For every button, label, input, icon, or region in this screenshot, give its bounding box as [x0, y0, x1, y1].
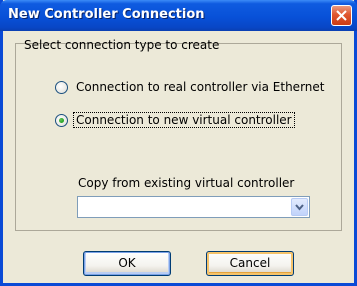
radio-label-virtual: Connection to new virtual controller: [73, 112, 295, 128]
radio-label-ethernet: Connection to real controller via Ethern…: [76, 80, 325, 94]
ok-button[interactable]: OK: [83, 251, 171, 276]
copy-from-select[interactable]: [77, 196, 310, 218]
window-title: New Controller Connection: [8, 7, 205, 22]
copy-from-label: Copy from existing virtual controller: [78, 176, 295, 190]
radio-button-ethernet[interactable]: [55, 80, 68, 94]
cancel-button[interactable]: Cancel: [206, 251, 294, 276]
close-icon: [336, 10, 347, 21]
chevron-down-icon: [295, 204, 304, 211]
close-button[interactable]: [331, 5, 352, 26]
dropdown-button[interactable]: [291, 198, 308, 216]
dialog-content: [3, 31, 354, 283]
radio-option-ethernet[interactable]: Connection to real controller via Ethern…: [55, 80, 326, 94]
title-bar[interactable]: New Controller Connection: [0, 0, 357, 31]
group-label: Select connection type to create: [24, 38, 220, 52]
dialog-window: New Controller Connection Select connect…: [0, 0, 357, 286]
radio-button-virtual[interactable]: [55, 113, 68, 127]
radio-option-virtual[interactable]: Connection to new virtual controller: [55, 112, 295, 128]
